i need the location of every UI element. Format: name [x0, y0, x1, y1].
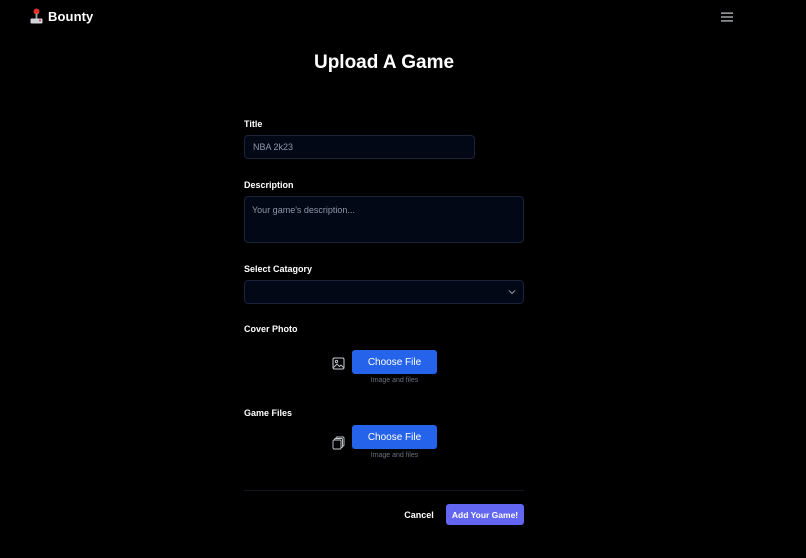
- cover-photo-label: Cover Photo: [244, 324, 298, 334]
- menu-button[interactable]: [717, 8, 737, 26]
- cancel-button[interactable]: Cancel: [398, 506, 440, 524]
- page-title: Upload A Game: [313, 52, 455, 73]
- description-textarea[interactable]: [244, 196, 524, 243]
- add-game-button[interactable]: Add Your Game!: [446, 504, 524, 525]
- brand-name: Bounty: [48, 8, 94, 24]
- brand[interactable]: Bounty: [30, 8, 93, 24]
- game-files-hint: Image and files: [370, 452, 419, 459]
- form-divider: [244, 490, 524, 491]
- image-icon: [332, 357, 345, 370]
- joystick-icon: [30, 8, 43, 24]
- game-files-label: Game Files: [244, 408, 293, 418]
- cover-photo-hint: Image and files: [370, 377, 419, 384]
- description-label: Description: [244, 180, 294, 190]
- chevron-down-icon: [508, 290, 516, 295]
- category-label: Select Catagory: [244, 264, 313, 274]
- hamburger-menu-icon: [721, 12, 733, 22]
- upload-game-page: Bounty Upload A Game Title Description S…: [0, 0, 806, 558]
- title-input[interactable]: [244, 135, 475, 159]
- title-label: Title: [244, 119, 263, 129]
- game-files-choose-file-button[interactable]: Choose File: [352, 425, 437, 449]
- cover-photo-choose-file-button[interactable]: Choose File: [352, 350, 437, 374]
- category-select[interactable]: [244, 280, 524, 304]
- files-icon: [332, 436, 345, 450]
